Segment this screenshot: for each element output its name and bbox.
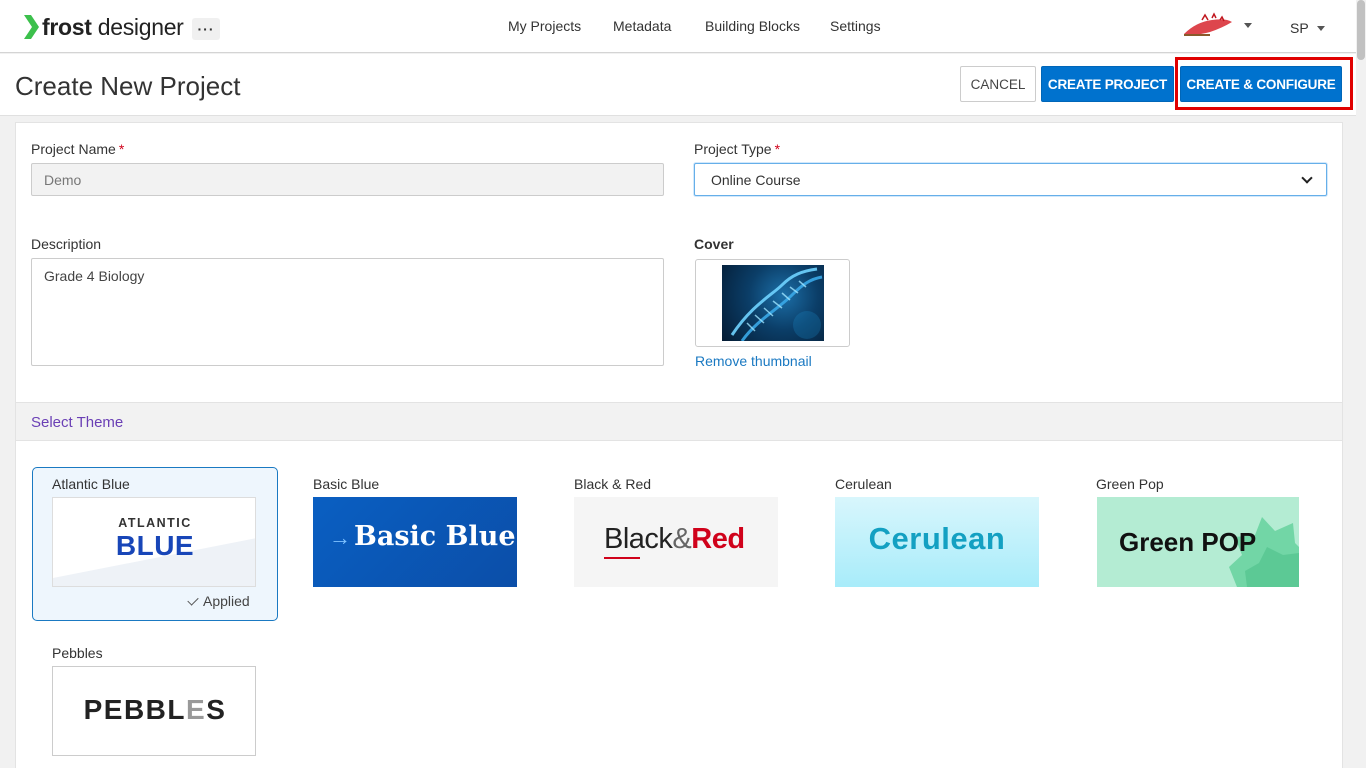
select-theme-title: Select Theme bbox=[31, 414, 124, 431]
theme-thumb-cerulean[interactable]: Cerulean bbox=[835, 497, 1039, 587]
dna-helix-image bbox=[730, 267, 823, 341]
org-menu-caret-icon bbox=[1244, 22, 1252, 28]
org-logo-icon bbox=[1184, 12, 1232, 36]
select-theme-header: Select Theme bbox=[16, 402, 1342, 441]
applied-indicator: Applied bbox=[187, 593, 250, 609]
theme-thumb-atlantic-line2: BLUE bbox=[115, 530, 195, 561]
theme-thumb-green-pop[interactable]: Green POP bbox=[1097, 497, 1299, 587]
theme-thumb-cerulean-text: Cerulean bbox=[868, 521, 1006, 556]
theme-name-black-red: Black & Red bbox=[574, 476, 652, 492]
project-name-input[interactable]: Demo bbox=[31, 163, 664, 196]
nav-my-projects[interactable]: My Projects bbox=[508, 18, 581, 34]
nav-metadata[interactable]: Metadata bbox=[613, 18, 671, 34]
theme-thumb-black-red[interactable]: Black&Red bbox=[574, 497, 778, 587]
user-menu[interactable]: SP bbox=[1290, 20, 1325, 36]
description-textarea[interactable]: Grade 4 Biology bbox=[31, 258, 664, 366]
theme-thumb-pebbles-text: PEBBLES bbox=[83, 694, 227, 725]
theme-thumb-atlantic-line1: ATLANTIC bbox=[118, 516, 192, 530]
top-navbar: frost designer ··· My Projects Metadata … bbox=[0, 0, 1356, 53]
project-type-value: Online Course bbox=[711, 171, 801, 188]
check-icon bbox=[187, 593, 199, 606]
create-project-form: Project Name * Demo Project Type * Online … bbox=[15, 122, 1343, 768]
more-menu-button[interactable]: ··· bbox=[192, 18, 220, 40]
page-title: Create New Project bbox=[15, 71, 241, 101]
theme-thumb-basic-blue-text: Basic Blue bbox=[354, 521, 516, 552]
page-header: Create New Project CANCEL CREATE PROJECT… bbox=[0, 54, 1356, 116]
highlight-box bbox=[1175, 57, 1353, 110]
cover-label: Cover bbox=[694, 236, 734, 252]
theme-thumb-basic-blue[interactable]: → Basic Blue bbox=[313, 497, 517, 587]
theme-name-cerulean: Cerulean bbox=[835, 476, 892, 492]
description-label: Description bbox=[31, 236, 102, 252]
project-type-select[interactable]: Online Course bbox=[694, 163, 1327, 196]
chevron-down-icon bbox=[1301, 171, 1313, 184]
nav-settings[interactable]: Settings bbox=[830, 18, 881, 34]
cancel-button[interactable]: CANCEL bbox=[960, 66, 1036, 102]
page-scrollbar[interactable] bbox=[1356, 0, 1366, 768]
theme-thumb-green-pop-text: Green POP bbox=[1119, 527, 1257, 557]
nav-building-blocks[interactable]: Building Blocks bbox=[705, 18, 800, 34]
cover-thumbnail[interactable] bbox=[695, 259, 850, 347]
theme-name-pebbles: Pebbles bbox=[52, 645, 103, 661]
theme-thumb-black-red-text: Black&Red bbox=[604, 523, 745, 555]
theme-name-green-pop: Green Pop bbox=[1096, 476, 1164, 492]
user-initials: SP bbox=[1290, 20, 1309, 36]
create-project-button[interactable]: CREATE PROJECT bbox=[1041, 66, 1174, 102]
theme-name-basic-blue: Basic Blue bbox=[313, 476, 380, 492]
theme-name-atlantic-blue: Atlantic Blue bbox=[52, 476, 130, 492]
logo-text: frost designer bbox=[42, 13, 184, 40]
theme-thumb-pebbles[interactable]: PEBBLES bbox=[52, 666, 256, 756]
user-menu-caret-icon bbox=[1316, 25, 1325, 31]
scrollbar-thumb[interactable] bbox=[1357, 0, 1365, 60]
theme-thumb-black-red-underline bbox=[604, 557, 640, 559]
theme-thumb-atlantic-blue[interactable]: ATLANTIC BLUE bbox=[52, 497, 256, 587]
project-type-label: Project Type * bbox=[694, 141, 781, 157]
remove-thumbnail-link[interactable]: Remove thumbnail bbox=[695, 353, 812, 369]
cover-dna-image bbox=[722, 265, 824, 341]
app-logo[interactable]: frost designer bbox=[22, 13, 184, 41]
arrow-right-icon: → bbox=[329, 525, 351, 550]
org-logo-menu[interactable] bbox=[1182, 12, 1252, 38]
project-name-label: Project Name * bbox=[31, 141, 125, 157]
logo-chevron-icon bbox=[24, 15, 39, 39]
